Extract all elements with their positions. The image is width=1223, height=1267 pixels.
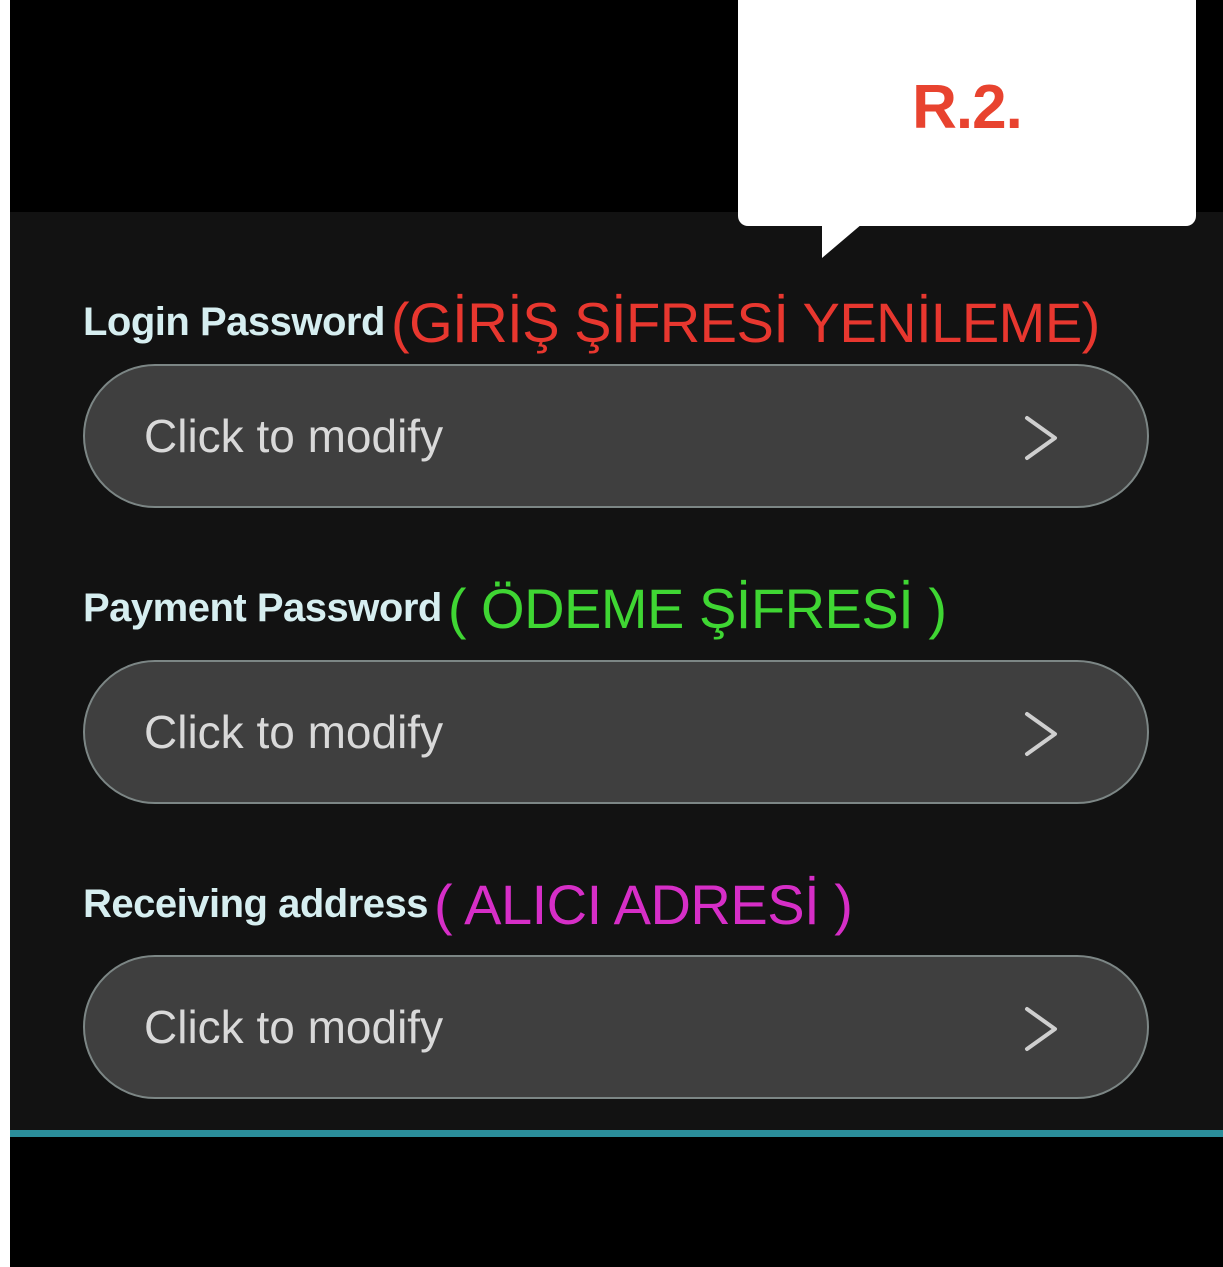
app-screen: Login Password (GİRİŞ ŞİFRESİ YENİLEME) … [10, 0, 1223, 1267]
chevron-right-icon [1025, 1007, 1057, 1051]
receiving-address-label-line: Receiving address ( ALICI ADRESİ ) [83, 864, 853, 944]
chevron-right-icon [1025, 416, 1057, 460]
callout-label: R.2. [912, 73, 1023, 142]
payment-password-annotation: ( ÖDEME ŞİFRESİ ) [447, 576, 947, 640]
login-password-label: Login Password [83, 299, 385, 344]
payment-password-label: Payment Password [83, 585, 442, 630]
login-password-field[interactable]: Click to modify [83, 364, 1149, 508]
login-password-value: Click to modify [144, 410, 444, 462]
receiving-address-label: Receiving address [83, 881, 429, 926]
login-password-annotation: (GİRİŞ ŞİFRESİ YENİLEME) [390, 290, 1100, 354]
accent-divider [10, 1130, 1223, 1137]
receiving-address-annotation: ( ALICI ADRESİ ) [434, 872, 853, 936]
payment-password-value: Click to modify [144, 706, 444, 758]
callout-bubble: R.2. [738, 0, 1196, 226]
callout-tail [822, 224, 862, 258]
settings-panel: Login Password (GİRİŞ ŞİFRESİ YENİLEME) … [10, 212, 1223, 1137]
payment-password-field[interactable]: Click to modify [83, 660, 1149, 804]
receiving-address-value: Click to modify [144, 1001, 444, 1053]
payment-password-label-line: Payment Password ( ÖDEME ŞİFRESİ ) [83, 568, 947, 648]
login-password-label-line: Login Password (GİRİŞ ŞİFRESİ YENİLEME) [83, 282, 1100, 362]
chevron-right-icon [1025, 712, 1057, 756]
receiving-address-field[interactable]: Click to modify [83, 955, 1149, 1099]
